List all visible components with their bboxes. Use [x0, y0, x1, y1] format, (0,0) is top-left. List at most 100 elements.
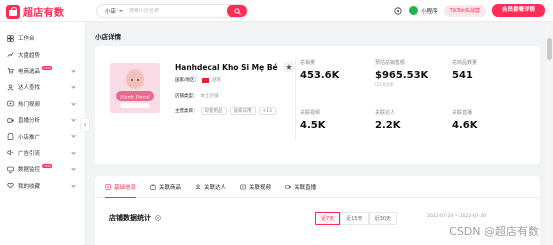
heart-icon	[7, 182, 14, 189]
category-tag[interactable]: 母婴用品	[200, 107, 227, 115]
search-icon	[233, 7, 241, 15]
video-icon	[240, 184, 246, 189]
page-title: 小店详情	[95, 33, 121, 41]
mini-program-icon	[409, 6, 419, 15]
stat-related-lives: 关联直播 4.6K	[452, 109, 477, 131]
shop-type-row: 店铺类型： 本土店铺	[175, 93, 219, 99]
tab-label: 关联视频	[249, 184, 272, 191]
stat-total-products: 总商品数量 541	[452, 59, 477, 81]
range-7-days[interactable]: 近7天	[315, 212, 341, 225]
shop-avatar[interactable]: Hanh Decal	[110, 63, 160, 113]
sidebar-item-live[interactable]: 直播分析	[0, 112, 85, 128]
shop-image-text: Hanh Decal	[119, 95, 150, 101]
chevron-down-icon	[71, 117, 76, 122]
stat-label: 关联视频	[300, 110, 321, 116]
favorite-button[interactable]	[283, 62, 294, 72]
date-range-text[interactable]: 2022-07-24 ~ 2022-07-30	[427, 214, 486, 219]
range-30-days[interactable]: 近30天	[368, 212, 397, 225]
ad-icon	[7, 149, 14, 156]
tab-related-products[interactable]: 关联商品	[150, 176, 181, 198]
shop-info-card: Hanh Decal Hanhdecal Kho Si Mẹ Bé 国家/地区：…	[95, 46, 540, 164]
sidebar-item-heart[interactable]: 我的收藏	[0, 178, 85, 194]
sidebar-item-shop[interactable]: 小店推广	[0, 128, 85, 144]
sidebar-item-ad[interactable]: 广告引流	[0, 145, 85, 161]
mini-program-button[interactable]: 小程序	[409, 6, 438, 15]
sidebar-item-user[interactable]: 达人查找	[0, 79, 85, 95]
range-15-days[interactable]: 近15天	[340, 212, 369, 225]
tab-related-lives[interactable]: 关联直播	[285, 176, 316, 198]
date-range-selector: 近7天 近15天 近30天	[315, 212, 397, 225]
tab-related-influencers[interactable]: 关联达人	[195, 176, 226, 198]
mini-program-label: 小程序	[421, 8, 438, 15]
sidebar: 工作台 大盘趋势 电商选品 new 达人查找热门视频直播分析小店推广广告引流数据监控 ne…	[0, 22, 90, 245]
stat-value: 2.2K	[375, 120, 401, 131]
sidebar-item-dashboard[interactable]: 工作台	[0, 30, 85, 46]
user-icon	[7, 84, 14, 91]
search-type-select[interactable]: 小店	[97, 7, 129, 15]
scrollbar-thumb[interactable]	[547, 38, 552, 60]
sidebar-item-label: 广告引流	[18, 150, 41, 157]
sidebar-item-label: 热门视频	[18, 101, 41, 108]
header-actions: 小程序 TikTok实战营 会员套餐详情	[393, 4, 545, 17]
top-bar: 超店有数 小店 小程序 TikTok实战营 会员套餐详情	[0, 0, 553, 22]
sidebar-item-label: 电商选品	[18, 68, 41, 75]
tab-label: 关联商品	[159, 184, 182, 191]
tab-label: 关联达人	[204, 184, 227, 191]
dashboard-icon	[7, 35, 14, 42]
chevron-down-icon	[71, 150, 76, 155]
chevron-down-icon	[71, 68, 76, 73]
shop-region-row: 国家/地区： 越南	[175, 77, 221, 83]
page-scrollbar[interactable]	[546, 22, 553, 245]
tiktok-camp-button[interactable]: TikTok实战营	[443, 4, 486, 17]
user-icon	[195, 183, 201, 190]
message-button[interactable]	[393, 6, 403, 16]
shop-name: Hanhdecal Kho Si Mẹ Bé	[175, 62, 278, 72]
stat-label: 总商品数量	[452, 60, 478, 66]
app-logo[interactable]: 超店有数	[6, 4, 64, 19]
shop-category-row: 主营类目： 母婴用品 居家日用 +13	[175, 107, 276, 115]
stat-value: 541	[452, 70, 473, 81]
sidebar-item-label: 直播分析	[18, 118, 41, 125]
monitor-icon	[7, 166, 14, 173]
sidebar-item-video[interactable]: 热门视频	[0, 96, 85, 112]
tab-basic-info[interactable]: 基础信息	[105, 176, 137, 199]
app-logo-text: 超店有数	[23, 8, 65, 19]
search-input[interactable]	[129, 8, 227, 14]
category-more-tag[interactable]: +13	[258, 107, 276, 115]
help-icon[interactable]	[155, 215, 161, 221]
compass-icon	[394, 6, 402, 15]
trend-icon	[7, 51, 14, 58]
stat-total-sales: 总销量 453.6K	[300, 59, 339, 81]
sidebar-item-monitor[interactable]: 数据监控 new	[0, 161, 85, 177]
shop-name-row: Hanhdecal Kho Si Mẹ Bé	[175, 62, 294, 72]
vip-package-button[interactable]: 会员套餐详情	[491, 4, 545, 17]
search-bar: 小店	[96, 4, 248, 18]
stat-estimated-revenue: 预估总销售额 $965.53K (22.6亿₫)	[375, 59, 428, 88]
stat-sub-value: (22.6亿₫)	[375, 82, 394, 87]
shop-type-value: 本土店铺	[200, 94, 219, 99]
category-tag[interactable]: 居家日用	[229, 107, 256, 115]
sidebar-item-cart[interactable]: 电商选品 new	[0, 63, 85, 79]
section-title: 店铺数据统计	[109, 213, 161, 223]
chevron-left-icon: ‹	[83, 121, 87, 129]
cart-icon	[7, 67, 14, 75]
stat-value: 453.6K	[300, 70, 340, 81]
live-icon	[285, 184, 291, 189]
sidebar-item-trend[interactable]: 大盘趋势	[0, 46, 85, 62]
tab-label: 基础信息	[114, 184, 137, 191]
stat-value: 4.5K	[300, 120, 326, 131]
sidebar-item-label: 数据监控	[18, 167, 41, 174]
region-label: 国家/地区：	[175, 78, 200, 83]
watermark: CSDN @超店有数	[449, 225, 539, 238]
stat-label: 关联达人	[375, 110, 396, 116]
tab-label: 关联直播	[294, 184, 317, 191]
detail-tabs: 基础信息 关联商品 关联达人 关联视频 关联直播	[95, 176, 540, 199]
tab-related-videos[interactable]: 关联视频	[240, 176, 271, 198]
live-icon	[7, 117, 14, 124]
sidebar-item-label: 我的收藏	[18, 183, 41, 190]
stat-value: 4.6K	[452, 120, 478, 131]
search-button[interactable]	[227, 5, 247, 17]
sidebar-collapse-button[interactable]: ‹	[80, 118, 90, 132]
stat-value: $965.53K	[375, 70, 429, 81]
chevron-down-icon	[71, 100, 76, 106]
